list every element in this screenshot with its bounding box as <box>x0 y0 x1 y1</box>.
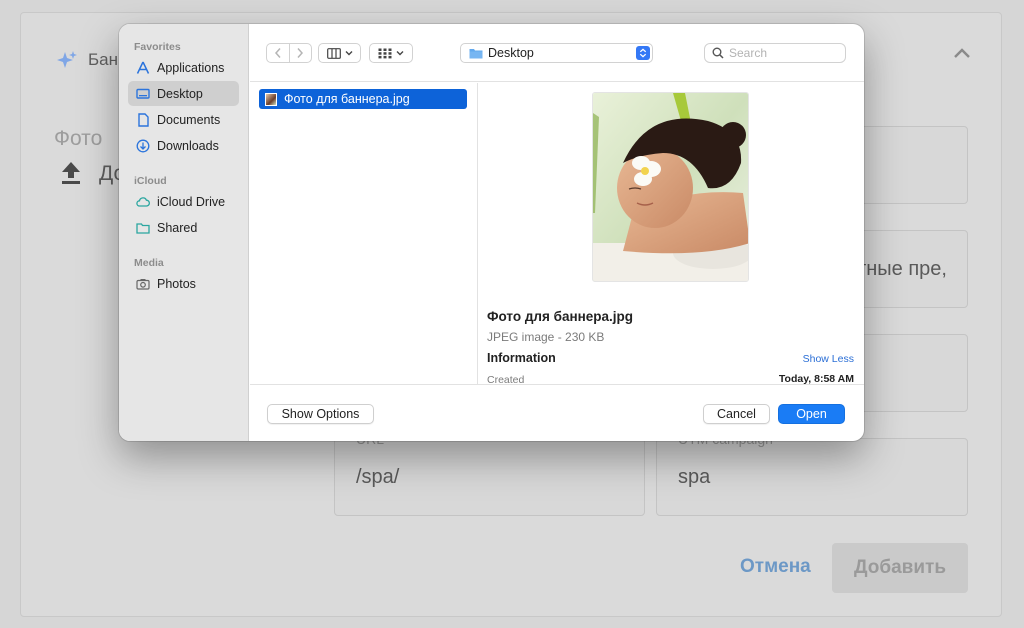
dialog-main: Desktop Фото для баннера.jpg <box>250 24 864 441</box>
forward-button[interactable] <box>288 44 311 62</box>
upload-icon[interactable] <box>60 160 82 186</box>
search-input[interactable] <box>729 46 839 60</box>
open-button[interactable]: Open <box>778 404 845 424</box>
preview-file-kind: JPEG image - 230 KB <box>487 330 605 344</box>
sidebar-item-label: Downloads <box>157 138 219 153</box>
sidebar-section-media: Media <box>134 257 164 269</box>
search-icon <box>712 47 724 59</box>
view-mode-button[interactable] <box>318 43 361 63</box>
applications-icon <box>136 61 150 75</box>
open-file-dialog: Favorites Applications Desktop Documents… <box>119 24 864 441</box>
sidebar-item-label: Shared <box>157 220 198 235</box>
columns-view-icon <box>326 47 341 59</box>
utm-campaign-field[interactable]: UTM campaign spa <box>656 438 968 516</box>
preview-file-name: Фото для баннера.jpg <box>487 309 634 324</box>
chevron-left-icon <box>274 48 281 58</box>
chevron-up-icon[interactable] <box>952 46 972 60</box>
group-by-button[interactable] <box>369 43 413 63</box>
desktop-icon <box>136 87 150 101</box>
preview-info-heading: Information <box>487 351 556 365</box>
chevron-down-icon <box>396 51 404 56</box>
sidebar-item-photos[interactable]: Photos <box>128 271 239 296</box>
cancel-button[interactable]: Cancel <box>703 404 770 424</box>
created-value: Today, 8:58 AM <box>778 373 854 384</box>
sidebar-item-documents[interactable]: Documents <box>128 107 239 132</box>
chevron-down-icon <box>345 51 352 56</box>
image-file-icon <box>265 92 277 106</box>
dialog-toolbar: Desktop <box>250 24 864 82</box>
sparkle-icon <box>57 51 77 68</box>
file-row-selected[interactable]: Фото для баннера.jpg <box>259 89 467 109</box>
back-button[interactable] <box>267 44 289 62</box>
show-options-button[interactable]: Show Options <box>267 404 374 424</box>
url-field[interactable]: URL /spa/ <box>334 438 645 516</box>
sidebar-item-label: Photos <box>157 276 196 291</box>
updown-chevron-icon <box>636 46 650 60</box>
camera-icon <box>136 277 150 291</box>
sidebar-item-shared[interactable]: Shared <box>128 215 239 240</box>
utm-campaign-value: spa <box>678 466 711 488</box>
grid-icon <box>378 48 392 58</box>
document-icon <box>136 112 150 127</box>
file-name: Фото для баннера.jpg <box>284 92 410 106</box>
photo-label: Фото <box>54 127 103 150</box>
field-value: тные пре, <box>857 258 947 280</box>
form-add-button[interactable]: Добавить <box>832 543 968 593</box>
created-label: Created <box>487 374 525 384</box>
sidebar-item-downloads[interactable]: Downloads <box>128 133 239 158</box>
sidebar-item-label: Documents <box>157 112 221 127</box>
file-preview: Фото для баннера.jpg JPEG image - 230 KB… <box>479 83 864 384</box>
chevron-right-icon <box>297 48 304 58</box>
sidebar-item-applications[interactable]: Applications <box>128 55 239 80</box>
sidebar-item-desktop[interactable]: Desktop <box>128 81 239 106</box>
sidebar-item-icloud-drive[interactable]: iCloud Drive <box>128 189 239 214</box>
sidebar-section-favorites: Favorites <box>134 41 181 53</box>
show-less-link[interactable]: Show Less <box>803 353 854 365</box>
preview-image <box>592 92 749 282</box>
form-title: Бан <box>88 50 118 69</box>
url-field-value: /spa/ <box>356 466 400 488</box>
search-box[interactable] <box>704 43 846 63</box>
history-nav <box>266 43 312 63</box>
form-cancel-button[interactable]: Отмена <box>740 556 811 578</box>
sidebar-item-label: iCloud Drive <box>157 194 226 209</box>
file-list: Фото для баннера.jpg <box>250 83 478 384</box>
shared-folder-icon <box>136 221 150 235</box>
sidebar-section-icloud: iCloud <box>134 175 167 187</box>
dialog-sidebar: Favorites Applications Desktop Documents… <box>119 24 249 441</box>
folder-icon <box>469 48 483 58</box>
location-popup[interactable]: Desktop <box>460 43 653 63</box>
cloud-icon <box>136 195 150 209</box>
location-label: Desktop <box>488 46 534 60</box>
sidebar-item-label: Desktop <box>157 86 203 101</box>
sidebar-item-label: Applications <box>157 60 225 75</box>
dialog-footer: Show Options Cancel Open <box>250 384 864 441</box>
download-icon <box>136 139 150 153</box>
